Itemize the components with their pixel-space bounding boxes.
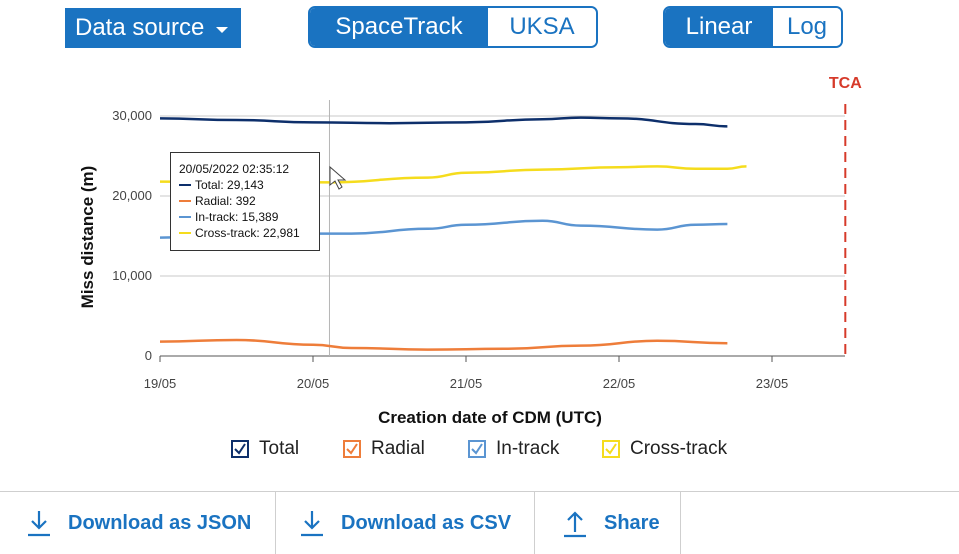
tooltip-datetime: 20/05/2022 02:35:12 — [179, 162, 290, 176]
source-toggle: SpaceTrack UKSA — [308, 6, 598, 48]
in-track-swatch — [179, 216, 191, 218]
legend-label-total: Total — [259, 438, 300, 459]
y-axis-title: Miss distance (m) — [78, 166, 97, 309]
source-option-uksa[interactable]: UKSA — [488, 8, 596, 46]
download-csv-label: Download as CSV — [341, 511, 512, 534]
tooltip-radial: Radial: 392 — [195, 194, 256, 208]
chevron-down-icon — [216, 26, 229, 33]
legend-item-radial[interactable]: Radial — [343, 438, 425, 460]
download-icon — [28, 511, 50, 537]
y-tick-label: 20,000 — [112, 188, 152, 203]
scale-option-linear[interactable]: Linear — [665, 8, 773, 46]
chart-tooltip: 20/05/2022 02:35:12 Total: 29,143 Radial… — [170, 152, 320, 251]
series-line-total — [159, 116, 728, 128]
download-json-button[interactable]: Download as JSON — [24, 492, 251, 554]
scale-option-log[interactable]: Log — [773, 8, 841, 46]
total-swatch — [179, 184, 191, 186]
legend-label-in-track: In-track — [496, 438, 560, 459]
legend-label-cross-track: Cross-track — [630, 438, 728, 459]
data-source-dropdown[interactable]: Data source — [65, 8, 241, 48]
divider — [275, 492, 276, 554]
y-tick-label: 0 — [145, 348, 152, 363]
cross-track-swatch — [179, 232, 191, 234]
radial-swatch — [179, 200, 191, 202]
tooltip-row-in-track: In-track: 15,389 — [179, 209, 319, 225]
source-option-spacetrack[interactable]: SpaceTrack — [310, 8, 488, 46]
checkbox-icon[interactable] — [602, 440, 620, 458]
share-label: Share — [604, 511, 660, 534]
series-line-radial — [159, 338, 728, 351]
x-tick-label: 22/05 — [603, 376, 636, 391]
x-tick-label: 20/05 — [297, 376, 330, 391]
share-button[interactable]: Share — [560, 492, 660, 554]
y-tick-label: 30,000 — [112, 108, 152, 123]
x-tick-label: 21/05 — [450, 376, 483, 391]
tooltip-cross-track: Cross-track: 22,981 — [195, 226, 300, 240]
chart-legend: Total Radial In-track Cross-track — [0, 438, 959, 464]
tooltip-row-radial: Radial: 392 — [179, 193, 319, 209]
legend-item-cross-track[interactable]: Cross-track — [602, 438, 727, 460]
download-csv-button[interactable]: Download as CSV — [297, 492, 511, 554]
download-icon — [301, 511, 323, 537]
tooltip-row-cross-track: Cross-track: 22,981 — [179, 225, 319, 241]
legend-item-total[interactable]: Total — [231, 438, 299, 460]
action-bar: Download as JSON Download as CSV Share — [0, 491, 959, 554]
tooltip-total: Total: 29,143 — [195, 178, 264, 192]
checkbox-icon[interactable] — [343, 440, 361, 458]
tooltip-in-track: In-track: 15,389 — [195, 210, 279, 224]
checkbox-icon[interactable] — [231, 440, 249, 458]
legend-item-in-track[interactable]: In-track — [468, 438, 559, 460]
miss-distance-chart[interactable]: 0 10,000 20,000 30,000 19/05 20/05 21/05 22/05 2… — [0, 60, 959, 436]
share-icon — [564, 511, 586, 538]
x-tick-label: 23/05 — [756, 376, 789, 391]
y-tick-label: 10,000 — [112, 268, 152, 283]
cursor-icon — [329, 165, 347, 190]
tca-label: TCA — [829, 75, 862, 92]
data-source-label: Data source — [75, 14, 205, 41]
tooltip-row-total: Total: 29,143 — [179, 177, 319, 193]
checkbox-icon[interactable] — [468, 440, 486, 458]
divider — [680, 492, 681, 554]
divider — [534, 492, 535, 554]
download-json-label: Download as JSON — [68, 511, 252, 534]
legend-label-radial: Radial — [371, 438, 425, 459]
x-axis-title: Creation date of CDM (UTC) — [378, 408, 602, 427]
scale-toggle: Linear Log — [663, 6, 843, 48]
x-tick-label: 19/05 — [144, 376, 177, 391]
